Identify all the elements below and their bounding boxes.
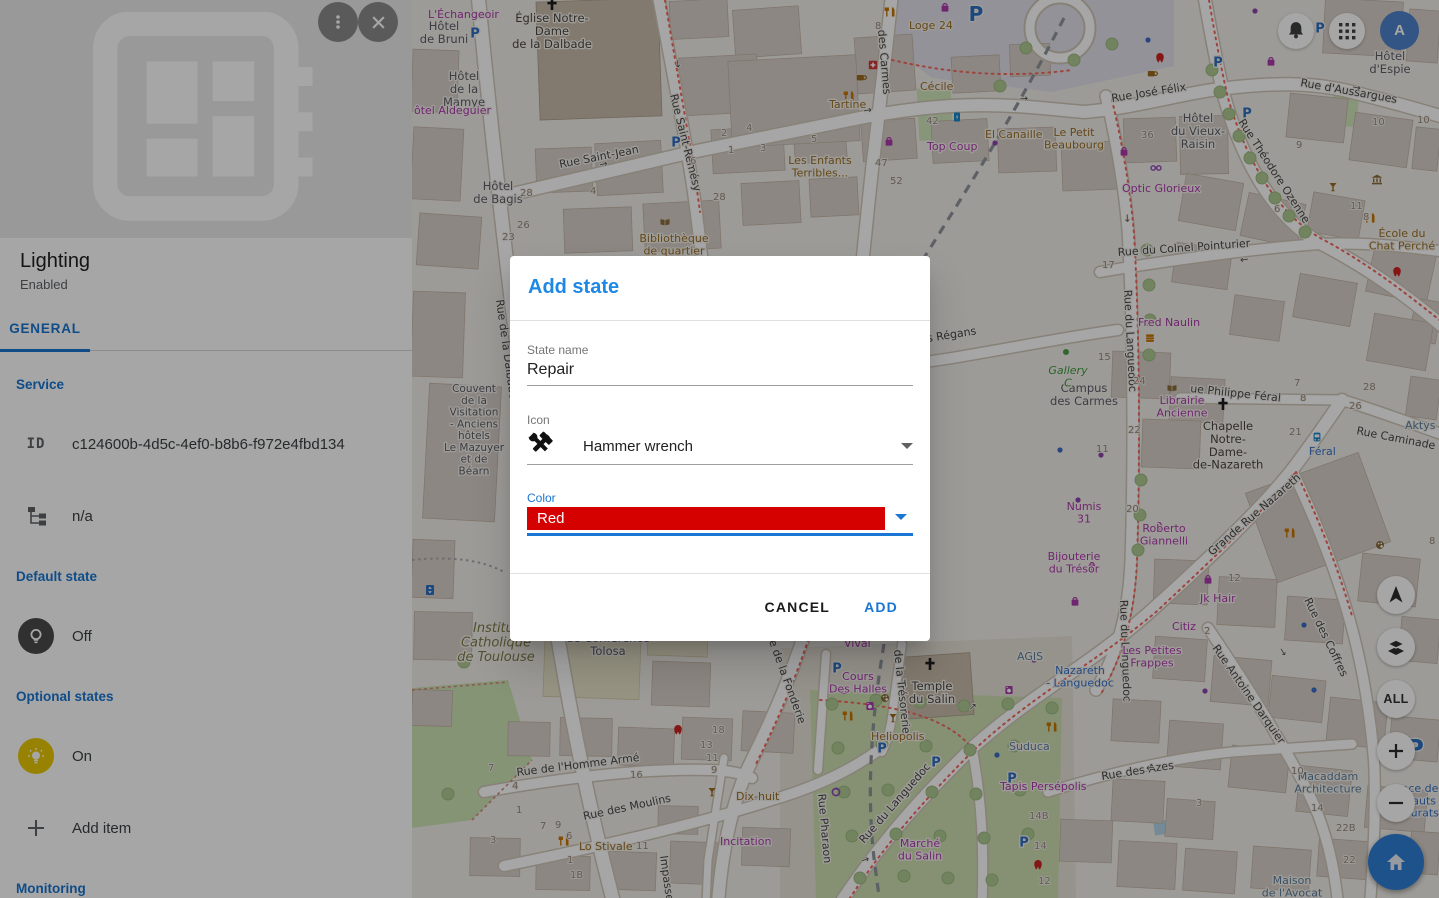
add-button[interactable]: ADD [854, 590, 908, 624]
hammer-wrench-icon [527, 431, 567, 462]
state-name-input[interactable]: Repair [527, 361, 574, 379]
input-underline [527, 385, 913, 386]
color-field-label: Color [527, 491, 556, 505]
add-state-dialog: Add state State name Repair Icon Hammer … [510, 256, 930, 641]
select-underline [527, 464, 913, 465]
icon-select[interactable]: Hammer wrench [527, 428, 913, 464]
chevron-down-icon [901, 443, 913, 449]
select-underline-active [527, 533, 913, 536]
divider [510, 320, 930, 321]
icon-field-label: Icon [527, 413, 550, 427]
state-name-label: State name [527, 343, 588, 357]
app-window: PPPPPPPPPPPPRue de la DalbadeRue Saint-R… [0, 0, 1439, 898]
dialog-title: Add state [528, 276, 619, 299]
color-select[interactable]: Red [527, 507, 885, 530]
color-selected-value: Red [527, 510, 565, 527]
chevron-down-icon-blue [895, 514, 907, 520]
dialog-actions: CANCEL ADD [510, 573, 930, 641]
cancel-button[interactable]: CANCEL [755, 590, 841, 624]
icon-selected-value: Hammer wrench [567, 438, 901, 455]
